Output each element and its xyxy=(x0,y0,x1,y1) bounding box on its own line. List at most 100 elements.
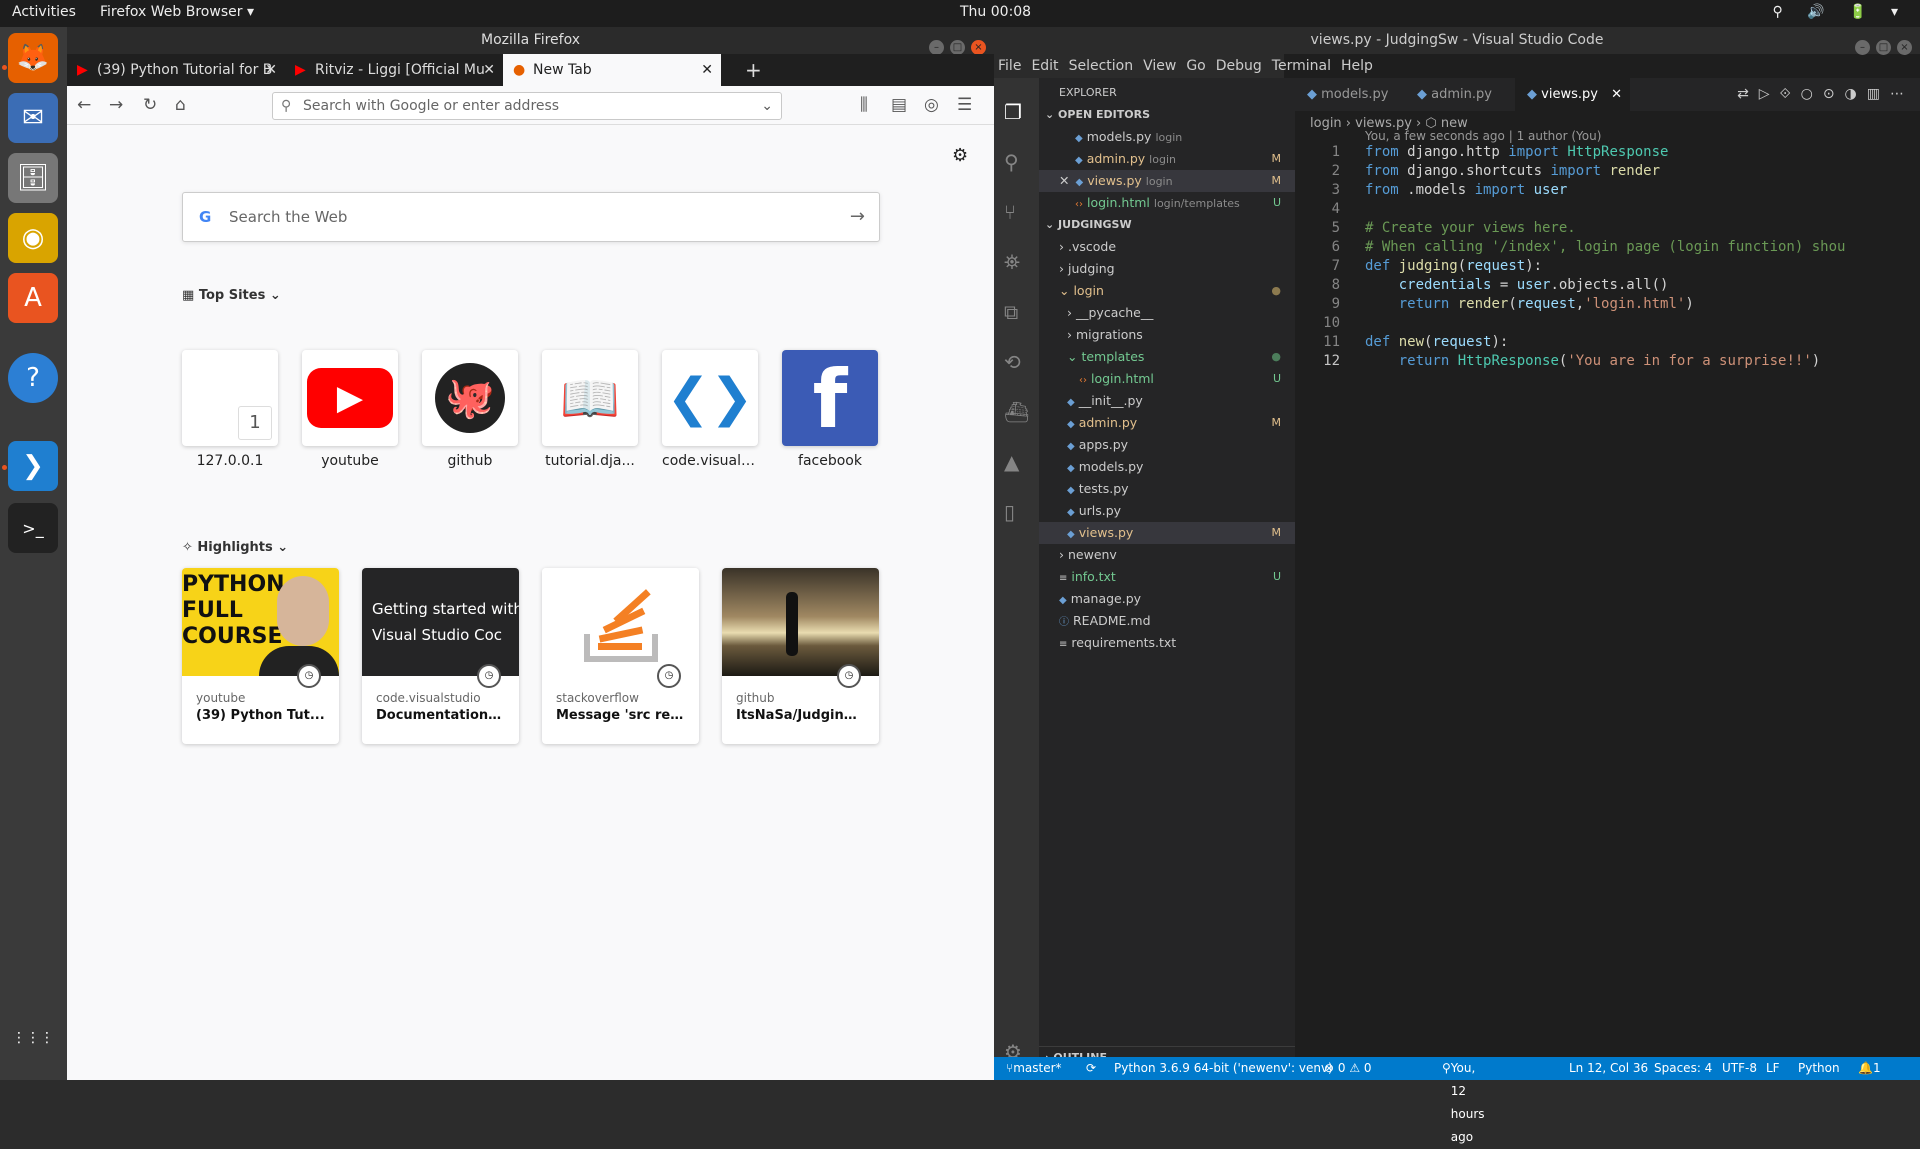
arrow-right-icon[interactable]: → xyxy=(850,193,865,241)
open-editor-item[interactable]: ‹› login.html login/templates U xyxy=(1039,192,1295,214)
open-editor-item[interactable]: ◆ admin.py login M xyxy=(1039,148,1295,170)
close-tab-icon[interactable]: ✕ xyxy=(265,54,277,86)
remote-icon[interactable]: ▯ xyxy=(1004,500,1015,524)
menu-go[interactable]: Go xyxy=(1186,58,1205,74)
tree-file[interactable]: ◆ manage.py xyxy=(1039,588,1295,610)
indentation[interactable]: Spaces: 4 xyxy=(1654,1057,1712,1080)
url-bar[interactable]: ⚲ Search with Google or enter address ⌄ xyxy=(272,92,782,120)
menu-terminal[interactable]: Terminal xyxy=(1272,58,1331,74)
close-tab-icon[interactable]: ✕ xyxy=(701,54,713,86)
web-search-box[interactable]: G Search the Web → xyxy=(182,192,880,242)
sidebar-icon[interactable]: ▤ xyxy=(891,95,907,115)
tree-file[interactable]: ◆ __init__.py xyxy=(1039,390,1295,412)
language-mode[interactable]: Python xyxy=(1798,1057,1840,1080)
menu-help[interactable]: Help xyxy=(1341,58,1373,74)
extensions-icon[interactable]: ⧉ xyxy=(1004,300,1018,324)
help-icon[interactable]: ? xyxy=(8,353,58,403)
back-icon[interactable]: ← xyxy=(77,95,91,115)
close-tab-icon[interactable]: ✕ xyxy=(483,54,495,86)
tree-file[interactable]: ‹› login.html U xyxy=(1039,368,1295,390)
reload-icon[interactable]: ↻ xyxy=(143,95,157,115)
tree-folder[interactable]: ⌄ templates ● xyxy=(1039,346,1295,368)
tree-file[interactable]: ≡ requirements.txt xyxy=(1039,632,1295,654)
clock[interactable]: Thu 00:08 xyxy=(960,4,1031,20)
show-applications-icon[interactable]: ⋮⋮⋮ xyxy=(8,1013,58,1063)
explorer-icon[interactable]: ❐ xyxy=(1004,100,1022,124)
close-button[interactable]: × xyxy=(971,40,986,55)
sync-icon[interactable]: ⟳ xyxy=(1086,1057,1096,1080)
azure-icon[interactable]: ▲ xyxy=(1004,450,1019,474)
close-icon[interactable]: ✕ xyxy=(1059,173,1069,188)
highlight-card-youtube[interactable]: PYTHON FULL COURSE ◷ youtube (39) Python… xyxy=(182,568,339,744)
menu-icon[interactable]: ☰ xyxy=(957,95,972,115)
maximize-button[interactable]: □ xyxy=(950,40,965,55)
editor-tab-admin[interactable]: ◆ admin.py xyxy=(1405,78,1515,111)
tree-file-selected[interactable]: ◆ views.py M xyxy=(1039,522,1295,544)
chevron-down-icon[interactable]: ⌄ xyxy=(761,93,773,119)
editor-tab-views[interactable]: ◆ views.py ✕ xyxy=(1515,78,1630,111)
open-editors-heading[interactable]: ⌄ OPEN EDITORS xyxy=(1039,104,1295,126)
top-site-vscode[interactable]: ❮❯ code.visuals... xyxy=(662,350,758,469)
end-of-line[interactable]: LF xyxy=(1766,1057,1780,1080)
docker-icon[interactable]: ⛴ xyxy=(1004,400,1029,424)
files-icon[interactable]: 🗄 xyxy=(8,153,58,203)
tree-folder[interactable]: › __pycache__ xyxy=(1039,302,1295,324)
rhythmbox-icon[interactable]: ◉ xyxy=(8,213,58,263)
minimize-button[interactable]: – xyxy=(929,40,944,55)
tree-file[interactable]: ◆ apps.py xyxy=(1039,434,1295,456)
account-icon[interactable]: ◎ xyxy=(924,95,939,115)
tree-file[interactable]: ◆ admin.py M xyxy=(1039,412,1295,434)
search-icon[interactable]: ⚲ xyxy=(1004,150,1019,174)
python-interpreter[interactable]: Python 3.6.9 64-bit ('newenv': venv) xyxy=(1114,1057,1333,1080)
vscode-icon[interactable]: ❯ xyxy=(8,441,58,491)
notifications-bell-icon[interactable]: 🔔1 xyxy=(1858,1057,1881,1080)
tree-folder[interactable]: ⌄ login ● xyxy=(1039,280,1295,302)
tree-folder[interactable]: › judging xyxy=(1039,258,1295,280)
firefox-icon[interactable]: 🦊 xyxy=(8,33,58,83)
library-icon[interactable]: ⫼ xyxy=(860,95,868,115)
tree-file[interactable]: ⓘ README.md xyxy=(1039,610,1295,632)
menu-selection[interactable]: Selection xyxy=(1069,58,1134,74)
tab-python-tutorial[interactable]: ▶ (39) Python Tutorial for B ✕ xyxy=(67,54,285,86)
editor-actions[interactable]: ⇄▷⟐○⊙◑▥⋯ xyxy=(1737,86,1914,102)
open-editor-item-active[interactable]: ✕ ◆ views.py login M xyxy=(1039,170,1295,192)
gear-icon[interactable]: ⚙ xyxy=(952,145,968,166)
encoding[interactable]: UTF-8 xyxy=(1722,1057,1757,1080)
app-menu[interactable]: Firefox Web Browser ▾ xyxy=(100,4,254,20)
highlights-heading[interactable]: ✧ Highlights ⌄ xyxy=(182,540,288,555)
new-tab-button[interactable]: + xyxy=(735,54,772,86)
close-button[interactable]: × xyxy=(1897,40,1912,55)
tree-folder[interactable]: › newenv xyxy=(1039,544,1295,566)
highlight-card-github[interactable]: ◷ github ItsNaSa/Judging... xyxy=(722,568,879,744)
menu-debug[interactable]: Debug xyxy=(1216,58,1262,74)
highlight-card-stackoverflow[interactable]: ◷ stackoverflow Message 'src ref... xyxy=(542,568,699,744)
top-site-localhost[interactable]: 1 127.0.0.1 xyxy=(182,350,278,469)
top-site-youtube[interactable]: ▶ youtube xyxy=(302,350,398,469)
tree-folder[interactable]: › .vscode xyxy=(1039,236,1295,258)
project-heading[interactable]: ⌄ JUDGINGSW xyxy=(1039,214,1295,236)
minimize-button[interactable]: – xyxy=(1855,40,1870,55)
system-tray[interactable]: ⚲ 🔊 🔋 ▾ xyxy=(1773,4,1909,20)
menu-view[interactable]: View xyxy=(1143,58,1176,74)
menu-edit[interactable]: Edit xyxy=(1031,58,1058,74)
tree-file[interactable]: ◆ models.py xyxy=(1039,456,1295,478)
home-icon[interactable]: ⌂ xyxy=(175,95,186,115)
git-blame-status[interactable]: ⚲ You, 12 hours ago xyxy=(1442,1057,1485,1144)
open-editor-item[interactable]: ◆ models.py login xyxy=(1039,126,1295,148)
software-center-icon[interactable]: A xyxy=(8,273,58,323)
top-site-github[interactable]: 🐙 github xyxy=(422,350,518,469)
editor-tab-models[interactable]: ◆ models.py xyxy=(1295,78,1405,111)
cursor-position[interactable]: Ln 12, Col 36 xyxy=(1569,1057,1648,1080)
tree-file[interactable]: ≡ info.txt U xyxy=(1039,566,1295,588)
top-site-facebook[interactable]: f facebook xyxy=(782,350,878,469)
tree-folder[interactable]: › migrations xyxy=(1039,324,1295,346)
tree-file[interactable]: ◆ tests.py xyxy=(1039,478,1295,500)
tree-file[interactable]: ◆ urls.py xyxy=(1039,500,1295,522)
top-site-django-tutorial[interactable]: 📖 tutorial.dja... xyxy=(542,350,638,469)
git-history-icon[interactable]: ⟲ xyxy=(1004,350,1021,374)
highlight-card-vscode[interactable]: Getting started with Visual Studio Coc ◷… xyxy=(362,568,519,744)
debug-icon[interactable]: ⛯ xyxy=(1004,250,1020,274)
maximize-button[interactable]: □ xyxy=(1876,40,1891,55)
source-control-icon[interactable]: ⑂ xyxy=(1004,200,1016,224)
thunderbird-icon[interactable]: ✉ xyxy=(8,93,58,143)
